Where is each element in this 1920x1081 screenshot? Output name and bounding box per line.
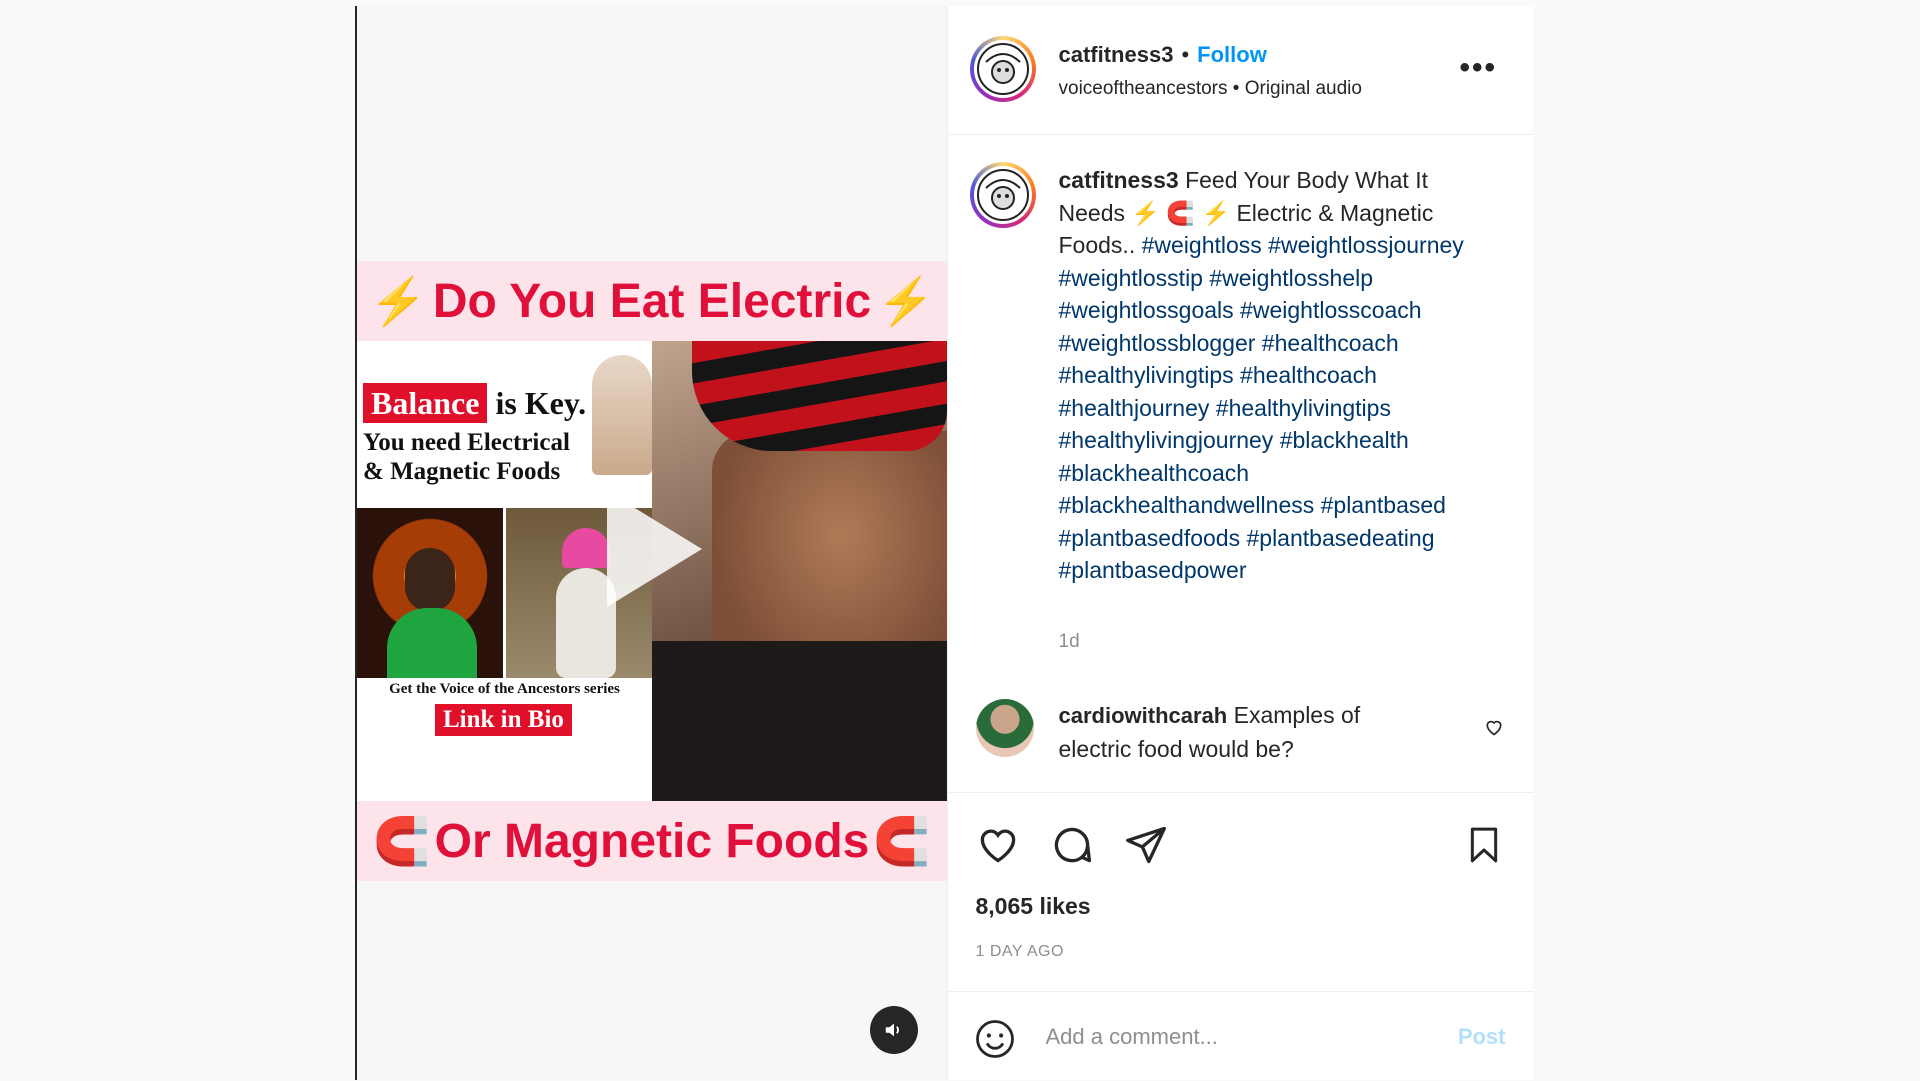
reel-media[interactable]: ⚡ Do You Eat Electric ⚡ Balance is Key. … [357,6,947,1080]
author-line: catfitness3 • Follow [1059,42,1267,68]
commenter-username[interactable]: cardiowithcarah [1059,703,1228,728]
magnet-icon: 🧲 [873,814,931,867]
audio-line: voiceoftheancestors • Original audio [1059,78,1362,100]
follow-button[interactable]: Follow [1197,42,1267,67]
caption-timestamp[interactable]: 1d [1059,631,1080,653]
emoji-button[interactable] [974,1018,1016,1060]
caption-username[interactable]: catfitness3 [1059,167,1179,193]
heart-icon [980,829,1015,863]
smiley-icon [975,1020,1014,1058]
audio-separator: • [1232,78,1240,99]
post-comment-button[interactable]: Post [1458,1024,1506,1050]
author-username[interactable]: catfitness3 [1059,42,1174,67]
top-banner-text: Do You Eat Electric [432,274,872,328]
comment-like-button[interactable] [1484,717,1504,737]
separator-dot: • [1181,42,1190,67]
play-icon[interactable] [607,491,702,607]
caption-text: catfitness3 Feed Your Body What It Needs… [1059,164,1499,587]
audio-artist-link[interactable]: voiceoftheancestors [1059,78,1228,99]
speech-bubble-icon [1054,827,1091,863]
bottom-banner-text: Or Magnetic Foods [434,814,870,868]
post-side-panel: catfitness3 • Follow voiceoftheancestors •… [946,6,1534,1081]
caption-hashtags[interactable]: #weightloss #weightlossjourney #weightlo… [1059,232,1464,583]
bottom-banner: 🧲 Or Magnetic Foods 🧲 [357,801,947,881]
heart-icon [1485,720,1502,736]
caption-area: catfitness3 Feed Your Body What It Needs… [948,134,1534,794]
comment-text: cardiowithcarah Examples of electric foo… [1059,699,1439,765]
speaker-icon [885,1023,899,1037]
link-in-bio-tag: Link in Bio [435,704,572,736]
balance-rest: is Key. [495,385,587,421]
post-header: catfitness3 • Follow voiceoftheancestors •… [947,6,1533,135]
need-line-2: & Magnetic Foods [363,458,561,485]
caption-author-avatar[interactable] [969,162,1036,228]
lightning-icon: ⚡ [877,274,935,327]
like-button[interactable] [976,823,1020,867]
action-bar: 8,065 likes 1 DAY AGO [947,792,1534,993]
add-comment-bar: Post [947,991,1534,1081]
save-button[interactable] [1464,823,1504,867]
comment-button[interactable] [1050,823,1094,867]
balance-line: Balance is Key. [363,383,587,423]
lightning-icon: ⚡ [1131,199,1161,226]
paper-plane-icon [1125,826,1166,864]
post-date[interactable]: 1 DAY AGO [976,943,1064,961]
series-text: Get the Voice of the Ancestors series [389,681,620,697]
likes-count[interactable]: 8,065 likes [976,893,1091,920]
lightning-icon: ⚡ [369,274,427,327]
avatar-logo [973,166,1032,224]
share-button[interactable] [1124,823,1168,867]
lightning-icon: ⚡ [1201,199,1231,226]
sound-toggle-button[interactable] [870,1006,918,1054]
commenter-avatar[interactable] [975,699,1034,757]
more-options-icon[interactable]: ••• [1459,53,1497,83]
avatar-logo [973,40,1032,98]
balance-tag: Balance [363,383,488,423]
guest-photo-1 [357,508,503,678]
comment-item: cardiowithcarah Examples of electric foo… [948,699,1534,789]
elder-photo [592,355,652,475]
top-banner: ⚡ Do You Eat Electric ⚡ [357,261,947,341]
audio-label[interactable]: Original audio [1245,78,1362,99]
bookmark-icon [1470,827,1497,863]
post-dialog: ⚡ Do You Eat Electric ⚡ Balance is Key. … [355,6,1534,1081]
author-avatar[interactable] [969,36,1036,102]
comment-input[interactable] [1043,1016,1428,1058]
magnet-icon: 🧲 [373,814,431,867]
action-icons [976,823,1168,867]
magnet-icon: 🧲 [1166,199,1196,226]
